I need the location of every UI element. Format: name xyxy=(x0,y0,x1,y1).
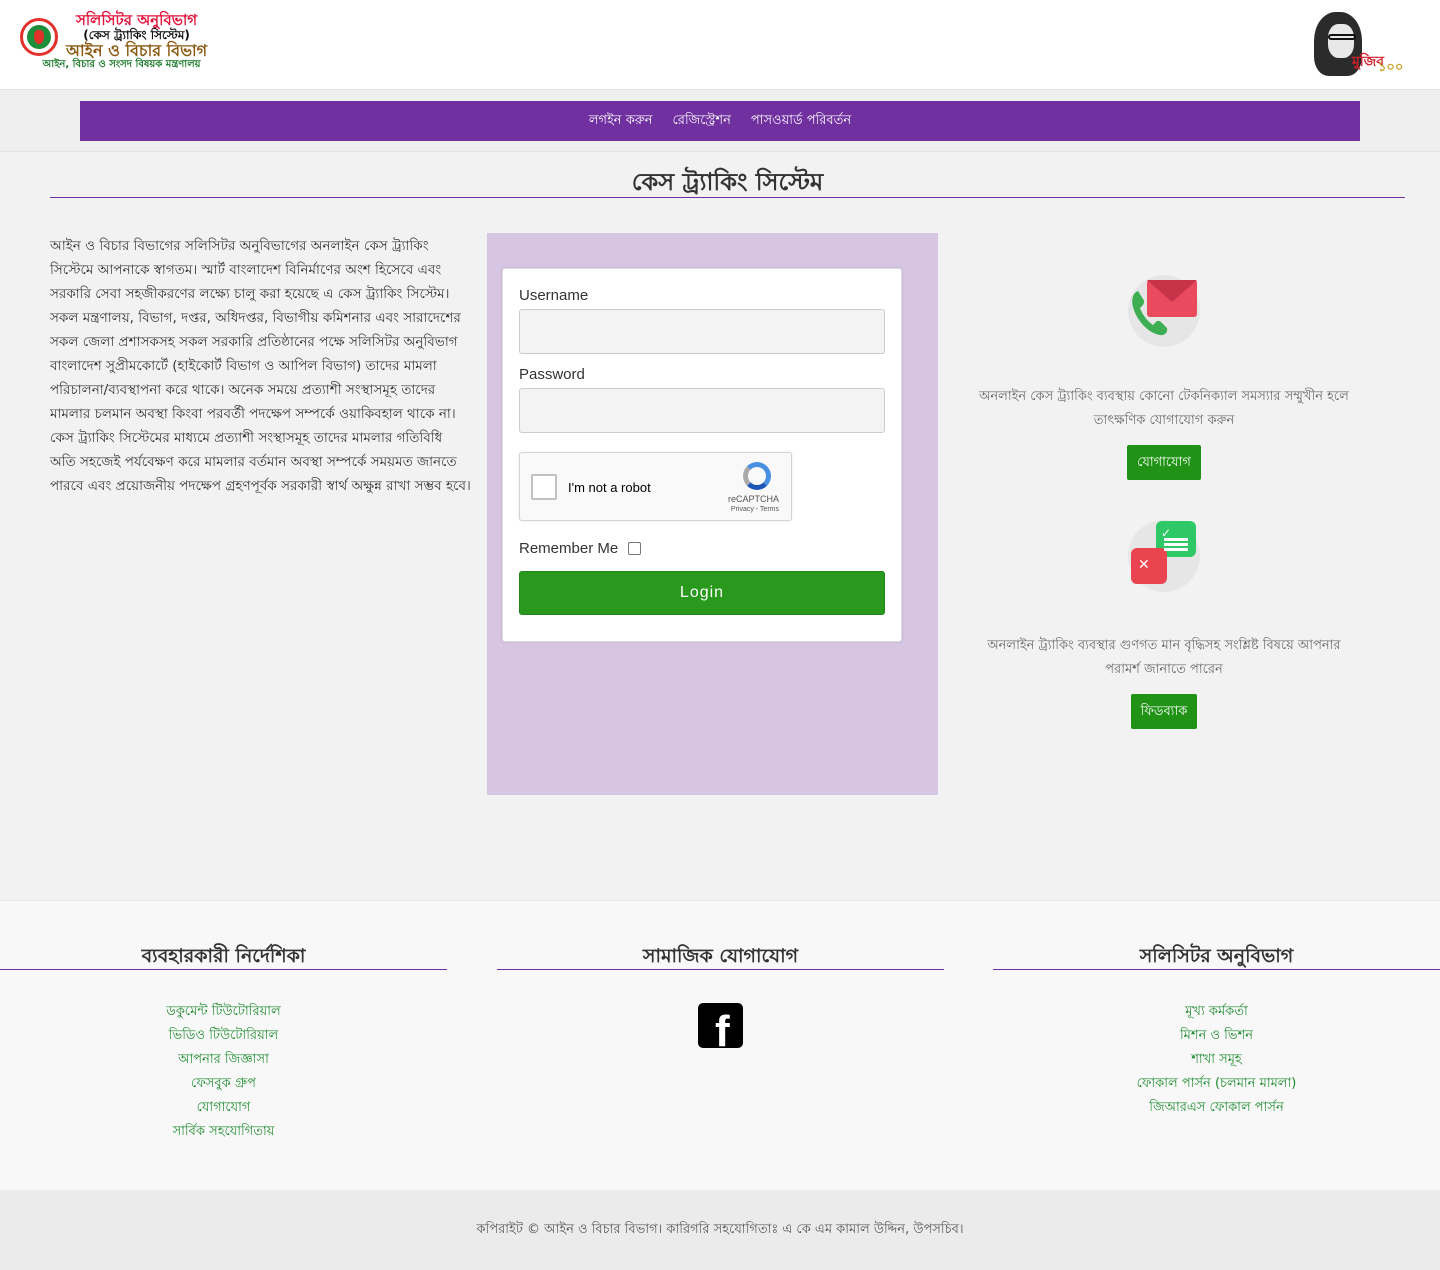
remember-me: Remember Me xyxy=(519,540,642,557)
footer-link[interactable]: ভিডিও টিউটোরিয়াল xyxy=(0,1024,447,1048)
password-input[interactable] xyxy=(519,388,885,433)
brand-line-2: (কেস ট্র্যাকিং সিস্টেম) xyxy=(83,27,190,42)
remember-me-checkbox[interactable] xyxy=(628,542,642,555)
footer-link[interactable]: ডকুমেন্ট টিউটোরিয়াল xyxy=(0,1000,447,1024)
brand-line-4: আইন, বিচার ও সংসদ বিষয়ক মন্ত্রণালয় xyxy=(42,59,201,71)
cross-icon: ✕ xyxy=(1138,557,1150,573)
footer-link[interactable]: জিআরএস ফোকাল পার্সন xyxy=(993,1096,1440,1120)
facebook-icon[interactable]: f xyxy=(698,1003,743,1048)
contact-description: অনলাইন কেস ট্র্যাকিং ব্যবস্থায় কোনো টেক… xyxy=(979,389,1349,428)
footer-social-title: সামাজিক যোগাযোগ xyxy=(497,901,944,970)
footer-link[interactable]: যোগাযোগ xyxy=(0,1096,447,1120)
government-emblem-icon xyxy=(20,18,58,56)
footer-link[interactable]: ফেসবুক গ্রুপ xyxy=(0,1072,447,1096)
check-icon: ✓ xyxy=(1161,526,1172,540)
intro-text: আইন ও বিচার বিভাগের সলিসিটর অনুবিভাগের অ… xyxy=(50,238,471,494)
contact-icon xyxy=(1128,275,1200,347)
copyright: কপিরাইট © আইন ও বিচার বিভাগ। কারিগরি সহয… xyxy=(0,1190,1440,1270)
login-panel: Username Password I'm not a robot reCAPT… xyxy=(487,233,938,795)
nav-registration[interactable]: রেজিস্ট্রেশন xyxy=(673,111,731,132)
portrait-glasses xyxy=(1328,34,1356,40)
brand-text: সলিসিটর অনুবিভাগ (কেস ট্র্যাকিং সিস্টেম)… xyxy=(43,11,208,70)
brand-line-1: সলিসিটর অনুবিভাগ xyxy=(75,11,198,29)
recaptcha-checkbox[interactable] xyxy=(531,474,557,500)
main-content: কেস ট্র্যাকিং সিস্টেম আইন ও বিচার বিভাগে… xyxy=(35,152,1420,900)
footer-solicitor: সলিসিটর অনুবিভাগ মূখ্য কর্মকর্তা মিশন ও … xyxy=(993,901,1440,1120)
footer-user-guide-title: ব্যবহারকারী নির্দেশিকা xyxy=(0,901,447,970)
mail-icon xyxy=(1147,280,1197,317)
footer-link[interactable]: আপনার জিজ্ঞাসা xyxy=(0,1048,447,1072)
recaptcha-label: I'm not a robot xyxy=(568,480,651,495)
footer: ব্যবহারকারী নির্দেশিকা ডকুমেন্ট টিউটোরিয… xyxy=(0,900,1440,1190)
login-button[interactable]: Login xyxy=(519,571,885,615)
footer-link[interactable]: সার্বিক সহযোগিতায় xyxy=(0,1120,447,1144)
login-form: Username Password I'm not a robot reCAPT… xyxy=(502,268,902,642)
feedback-button[interactable]: ফিডব্যাক xyxy=(1130,694,1198,729)
footer-link[interactable]: শাখা সমূহ xyxy=(993,1048,1440,1072)
mujib-100-logo: মুজিব ১০০ xyxy=(1304,10,1404,80)
recaptcha-icon xyxy=(743,462,771,490)
recaptcha-widget: I'm not a robot reCAPTCHA Privacy - Term… xyxy=(519,452,792,521)
footer-link[interactable]: ফোকাল পার্সন (চলমান মামলা) xyxy=(993,1072,1440,1096)
contact-button[interactable]: যোগাযোগ xyxy=(1127,445,1201,480)
nav-wrapper: লগইন করুন রেজিস্ট্রেশন পাসওয়ার্ড পরিবর্… xyxy=(0,90,1440,152)
recaptcha-terms[interactable]: Privacy - Terms xyxy=(731,506,779,513)
main-nav: লগইন করুন রেজিস্ট্রেশন পাসওয়ার্ড পরিবর্… xyxy=(80,101,1360,141)
footer-link[interactable]: মিশন ও ভিশন xyxy=(993,1024,1440,1048)
brand-line-3: আইন ও বিচার বিভাগ xyxy=(66,40,208,60)
support-panel: অনলাইন কেস ট্র্যাকিং ব্যবস্থায় কোনো টেক… xyxy=(953,233,1375,729)
feedback-description: অনলাইন ট্র্যাকিং ব্যবস্থার গুণগত মান বৃদ… xyxy=(987,638,1341,677)
footer-link[interactable]: মূখ্য কর্মকর্তা xyxy=(993,1000,1440,1024)
footer-social: সামাজিক যোগাযোগ f xyxy=(497,901,944,1048)
top-header: সলিসিটর অনুবিভাগ (কেস ট্র্যাকিং সিস্টেম)… xyxy=(0,0,1440,90)
nav-change-password[interactable]: পাসওয়ার্ড পরিবর্তন xyxy=(751,111,851,132)
recaptcha-brand: reCAPTCHA xyxy=(727,494,779,504)
portrait-face xyxy=(1328,24,1354,58)
feedback-icon: ✓ ✕ xyxy=(1128,520,1200,592)
footer-solicitor-title: সলিসিটর অনুবিভাগ xyxy=(993,901,1440,970)
nav-login[interactable]: লগইন করুন xyxy=(589,111,653,132)
footer-user-guide: ব্যবহারকারী নির্দেশিকা ডকুমেন্ট টিউটোরিয… xyxy=(0,901,447,1144)
username-input[interactable] xyxy=(519,309,885,354)
username-label: Username xyxy=(519,287,589,304)
remember-me-label: Remember Me xyxy=(519,540,619,557)
password-label: Password xyxy=(519,366,585,383)
site-logo[interactable]: সলিসিটর অনুবিভাগ (কেস ট্র্যাকিং সিস্টেম)… xyxy=(20,12,207,70)
mujib-logo-number: ১০০ xyxy=(1378,60,1404,75)
page-title: কেস ট্র্যাকিং সিস্টেম xyxy=(50,152,1405,198)
